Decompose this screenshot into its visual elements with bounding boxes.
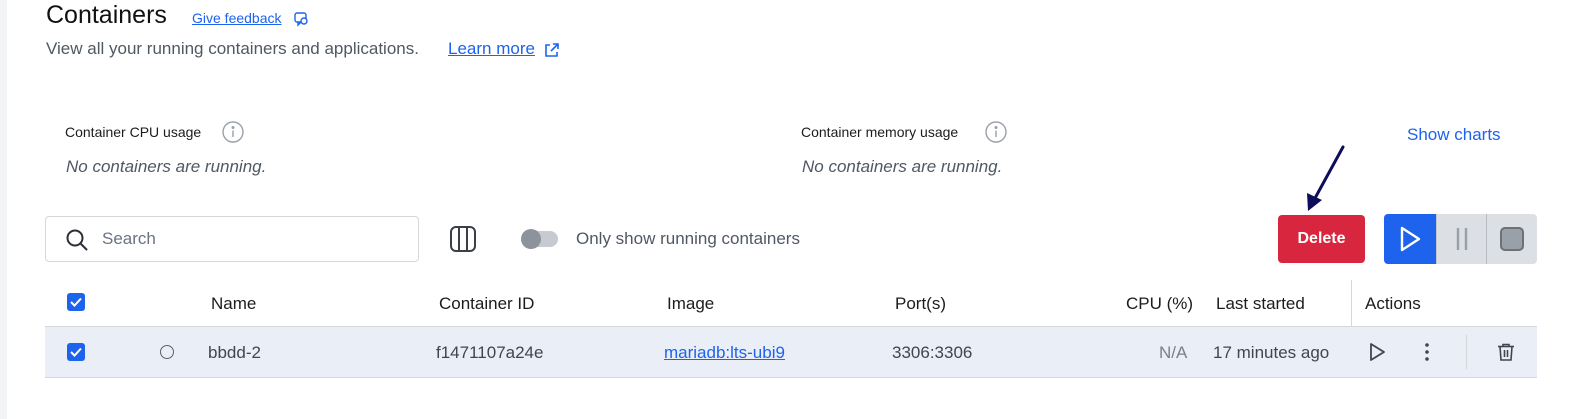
search-input[interactable] — [102, 225, 402, 253]
left-rail — [0, 0, 7, 419]
column-header-image[interactable]: Image — [667, 294, 714, 314]
row-delete-button[interactable] — [1495, 341, 1517, 363]
status-stopped-icon — [160, 345, 174, 359]
give-feedback-link[interactable]: Give feedback — [192, 10, 282, 26]
arrow-icon — [1307, 145, 1345, 211]
column-header-name[interactable]: Name — [211, 294, 256, 314]
page-subtitle: View all your running containers and app… — [46, 39, 419, 58]
row-last-started: 17 minutes ago — [1213, 343, 1330, 362]
column-header-last-started[interactable]: Last started — [1216, 294, 1305, 314]
row-container-id: f1471107a24e — [436, 343, 544, 362]
row-start-button[interactable] — [1366, 341, 1388, 363]
stop-button[interactable] — [1486, 214, 1537, 264]
running-only-label: Only show running containers — [576, 229, 800, 248]
column-header-container-id[interactable]: Container ID — [439, 294, 534, 314]
show-charts-link[interactable]: Show charts — [1407, 125, 1501, 145]
search-icon — [66, 229, 88, 251]
page-title: Containers — [46, 1, 167, 29]
info-icon[interactable] — [222, 121, 244, 143]
columns-icon[interactable] — [448, 224, 478, 254]
row-name[interactable]: bbdd-2 — [208, 343, 261, 363]
cpu-usage-empty: No containers are running. — [66, 157, 267, 176]
stop-icon — [1500, 227, 1524, 251]
play-icon — [1370, 343, 1385, 361]
search-box[interactable] — [45, 216, 419, 262]
row-ports: 3306:3306 — [892, 343, 973, 362]
cpu-usage-label: Container CPU usage — [65, 124, 202, 140]
pause-icon — [1456, 228, 1467, 250]
delete-button[interactable]: Delete — [1278, 215, 1365, 263]
more-vertical-icon — [1425, 343, 1429, 361]
select-all-checkbox[interactable] — [67, 293, 85, 311]
start-button[interactable] — [1384, 214, 1436, 264]
play-icon — [1400, 226, 1421, 252]
table-row[interactable]: bbdd-2 f1471107a24e mariadb:lts-ubi9 330… — [45, 327, 1537, 378]
feedback-icon[interactable] — [293, 11, 309, 27]
table-header: Name Container ID Image Port(s) CPU (%) … — [45, 280, 1537, 378]
column-header-ports[interactable]: Port(s) — [895, 294, 946, 314]
container-controls — [1384, 214, 1537, 264]
info-icon[interactable] — [985, 121, 1007, 143]
pause-button[interactable] — [1436, 214, 1486, 264]
memory-usage-label: Container memory usage — [801, 124, 959, 140]
row-more-button[interactable] — [1416, 341, 1438, 363]
memory-usage-empty: No containers are running. — [802, 157, 1003, 176]
column-header-actions: Actions — [1365, 294, 1421, 313]
row-image-link[interactable]: mariadb:lts-ubi9 — [664, 343, 785, 363]
external-link-icon[interactable] — [543, 42, 560, 59]
running-only-toggle[interactable] — [521, 229, 558, 249]
column-header-cpu[interactable]: CPU (%) — [1126, 294, 1193, 314]
row-action-divider — [1466, 335, 1467, 369]
learn-more-link[interactable]: Learn more — [448, 39, 535, 59]
row-cpu: N/A — [1159, 343, 1188, 362]
row-checkbox[interactable] — [67, 343, 85, 361]
trash-icon — [1498, 343, 1514, 361]
toggle-knob — [521, 229, 541, 249]
